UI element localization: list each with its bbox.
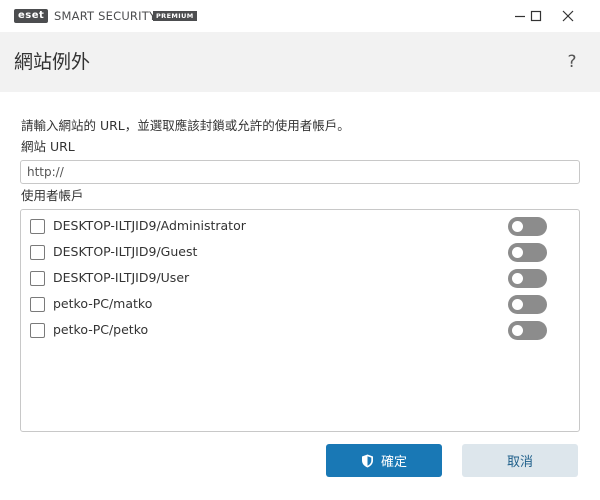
user-checkbox[interactable] (30, 245, 45, 260)
user-checkbox[interactable] (30, 219, 45, 234)
toggle-knob (512, 247, 523, 258)
instruction-text: 請輸入網站的 URL，並選取應該封鎖或允許的使用者帳戶。 (21, 118, 350, 133)
user-name: DESKTOP-ILTJID9/Administrator (53, 218, 246, 233)
ok-button[interactable]: 確定 (326, 444, 442, 477)
user-accounts-list: DESKTOP-ILTJID9/Administrator DESKTOP-IL… (20, 209, 580, 432)
block-allow-toggle[interactable] (508, 321, 547, 340)
product-name: SMART SECURITY (54, 9, 157, 23)
toggle-knob (512, 221, 523, 232)
user-row-petko: petko-PC/petko (21, 318, 579, 344)
page-title: 網站例外 (14, 51, 91, 73)
close-icon (562, 10, 574, 22)
eset-logo: eset (14, 9, 49, 23)
maximize-icon (530, 10, 542, 22)
url-label: 網站 URL (21, 139, 75, 154)
user-name: petko-PC/petko (53, 322, 149, 337)
toggle-knob (512, 299, 523, 310)
help-icon[interactable]: ? (562, 50, 582, 74)
user-row-matko: petko-PC/matko (21, 292, 579, 318)
toggle-knob (512, 325, 523, 336)
block-allow-toggle[interactable] (508, 295, 547, 314)
ok-button-label: 確定 (380, 455, 407, 470)
user-checkbox[interactable] (30, 297, 45, 312)
maximize-button[interactable] (519, 0, 553, 32)
shield-icon (361, 454, 373, 467)
user-row-administrator: DESKTOP-ILTJID9/Administrator (21, 214, 579, 240)
url-input[interactable] (20, 160, 580, 184)
user-name: petko-PC/matko (53, 296, 153, 311)
title-bar: eset SMART SECURITY PREMIUM (0, 0, 600, 32)
close-button[interactable] (551, 0, 585, 32)
block-allow-toggle[interactable] (508, 217, 547, 236)
user-checkbox[interactable] (30, 271, 45, 286)
user-name: DESKTOP-ILTJID9/Guest (53, 244, 198, 259)
user-name: DESKTOP-ILTJID9/User (53, 270, 190, 285)
user-row-user: DESKTOP-ILTJID9/User (21, 266, 579, 292)
user-row-guest: DESKTOP-ILTJID9/Guest (21, 240, 579, 266)
toggle-knob (512, 273, 523, 284)
block-allow-toggle[interactable] (508, 243, 547, 262)
users-label: 使用者帳戶 (21, 188, 84, 203)
page-header: 網站例外 ? (0, 32, 600, 92)
user-checkbox[interactable] (30, 323, 45, 338)
block-allow-toggle[interactable] (508, 269, 547, 288)
edition-badge: PREMIUM (153, 11, 197, 21)
cancel-button[interactable]: 取消 (462, 444, 578, 477)
cancel-button-label: 取消 (506, 455, 533, 470)
